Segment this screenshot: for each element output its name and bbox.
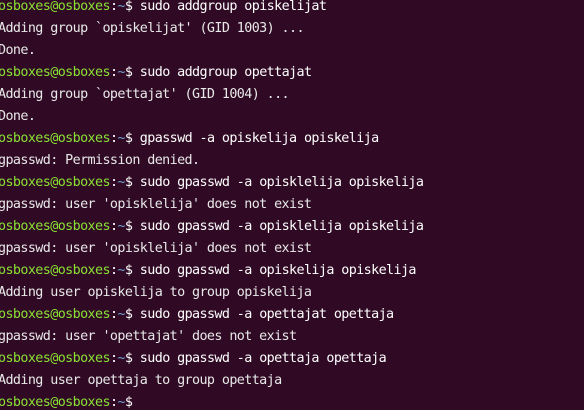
prompt-path: ~ (117, 395, 125, 410)
command-text: sudo gpasswd -a opisklelija opiskelija (132, 175, 424, 190)
command-text: sudo addgroup opiskelijat (132, 0, 327, 14)
terminal-output: osboxes@osboxes:~$ sudo addgroup opiskel… (0, 0, 424, 410)
terminal-line: osboxes@osboxes:~$ sudo addgroup opiskel… (0, 0, 423, 18)
output-line: Adding user opiskelija to group opiskeli… (0, 285, 312, 300)
output-line: gpasswd: user 'opettajat' does not exist (0, 329, 297, 344)
output-line: gpasswd: Permission denied. (0, 153, 200, 168)
terminal-line: osboxes@osboxes:~$ sudo gpasswd -a opisk… (0, 260, 423, 282)
prompt-user: osboxes@osboxes (0, 219, 111, 234)
output-line: Adding group `opiskelijat' (GID 1003) ..… (0, 21, 305, 36)
prompt-user: osboxes@osboxes (0, 351, 111, 366)
command-text: sudo gpasswd -a opisklelija opiskelija (132, 219, 424, 234)
prompt-user: osboxes@osboxes (0, 131, 111, 146)
prompt-path: ~ (117, 131, 125, 146)
prompt-path: ~ (117, 65, 125, 80)
output-line: Adding user opettaja to group opettaja (0, 373, 282, 388)
prompt-path: ~ (117, 351, 125, 366)
command-text: gpasswd -a opiskelija opiskelija (132, 131, 379, 146)
prompt-path: ~ (117, 263, 125, 278)
terminal-line: osboxes@osboxes:~$ (0, 392, 423, 410)
terminal-line: osboxes@osboxes:~$ gpasswd -a opiskelija… (0, 128, 423, 150)
terminal-line: osboxes@osboxes:~$ sudo addgroup opettaj… (0, 62, 423, 84)
prompt-path: ~ (117, 219, 125, 234)
command-text: sudo gpasswd -a opiskelija opiskelija (132, 263, 417, 278)
output-line: gpasswd: user 'opisklelija' does not exi… (0, 241, 312, 256)
prompt-path: ~ (117, 0, 125, 14)
terminal-line: osboxes@osboxes:~$ sudo gpasswd -a opisk… (0, 172, 424, 194)
output-line: Done. (0, 109, 36, 124)
prompt-user: osboxes@osboxes (0, 175, 111, 190)
prompt-user: osboxes@osboxes (0, 263, 111, 278)
prompt-path: ~ (117, 175, 125, 190)
prompt-user: osboxes@osboxes (0, 65, 111, 80)
terminal-line: osboxes@osboxes:~$ sudo gpasswd -a opisk… (0, 216, 424, 238)
command-text: sudo gpasswd -a opettaja opettaja (132, 351, 387, 366)
terminal-window[interactable]: osboxes@osboxes:~$ sudo addgroup opiskel… (0, 0, 584, 410)
prompt-symbol: $ (124, 395, 133, 410)
terminal-line: osboxes@osboxes:~$ sudo gpasswd -a opett… (0, 304, 423, 326)
output-line: gpasswd: user 'opisklelija' does not exi… (0, 197, 312, 212)
text-cursor (132, 394, 140, 409)
prompt-path: ~ (117, 307, 125, 322)
prompt-user: osboxes@osboxes (0, 395, 111, 410)
prompt-user: osboxes@osboxes (0, 307, 111, 322)
command-text: sudo gpasswd -a opettajat opettaja (132, 307, 394, 322)
output-line: Done. (0, 43, 36, 58)
output-line: Adding group `opettajat' (GID 1004) ... (0, 87, 290, 102)
command-text: sudo addgroup opettajat (132, 65, 312, 80)
prompt-user: osboxes@osboxes (0, 0, 111, 14)
terminal-line: osboxes@osboxes:~$ sudo gpasswd -a opett… (0, 348, 423, 370)
